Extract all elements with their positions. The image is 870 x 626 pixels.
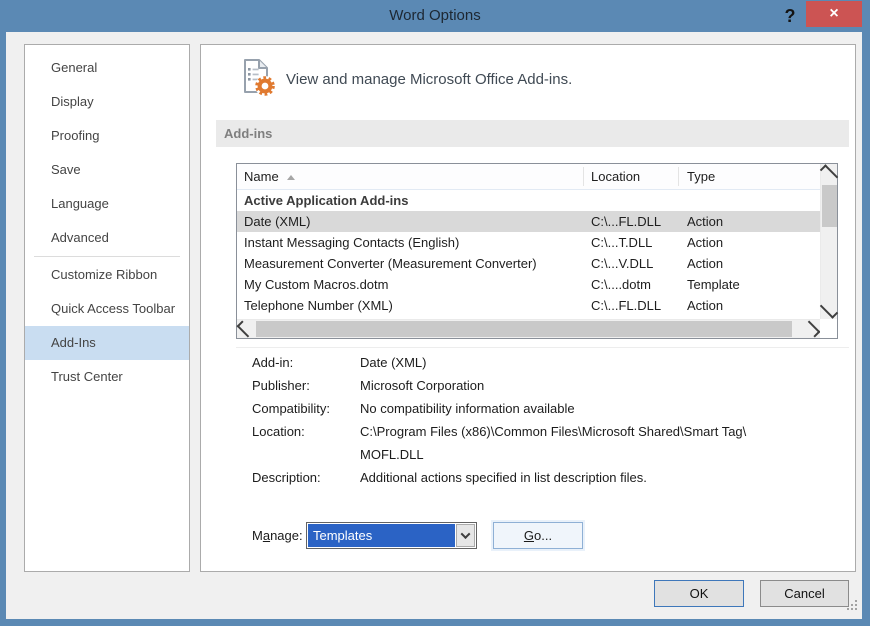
addins-page-gear-icon bbox=[238, 58, 276, 101]
titlebar: Word Options ? × bbox=[0, 0, 870, 32]
vertical-scroll-thumb[interactable] bbox=[822, 185, 837, 227]
cell-name: Telephone Number (XML) bbox=[244, 298, 393, 313]
cell-name: Instant Messaging Contacts (English) bbox=[244, 235, 460, 250]
addin-details: Add-in: Date (XML) Publisher: Microsoft … bbox=[236, 351, 846, 489]
sidebar-item-trust-center[interactable]: Trust Center bbox=[25, 360, 189, 394]
cell-location: C:\...FL.DLL bbox=[591, 214, 662, 229]
manage-label-text: nage: bbox=[270, 528, 303, 543]
detail-label: Description: bbox=[252, 470, 321, 485]
column-separator bbox=[678, 167, 679, 186]
chevron-left-icon bbox=[236, 320, 254, 338]
detail-label: Location: bbox=[252, 424, 305, 439]
cell-type: Template bbox=[687, 277, 740, 292]
detail-label: Publisher: bbox=[252, 378, 310, 393]
table-row[interactable]: Measurement Converter (Measurement Conve… bbox=[237, 253, 820, 274]
sidebar-divider bbox=[34, 256, 180, 257]
cell-location: C:\...V.DLL bbox=[591, 256, 654, 271]
detail-row: Compatibility: No compatibility informat… bbox=[236, 397, 846, 420]
details-divider bbox=[236, 347, 849, 348]
scroll-right-button[interactable] bbox=[803, 320, 821, 338]
table-group-header: Active Application Add-ins bbox=[244, 193, 409, 208]
dropdown-selected-value: Templates bbox=[308, 524, 455, 547]
go-button[interactable]: Go... bbox=[493, 522, 583, 549]
sidebar-item-advanced[interactable]: Advanced bbox=[25, 221, 189, 255]
detail-value: Additional actions specified in list des… bbox=[360, 470, 647, 485]
chevron-down-icon bbox=[819, 300, 839, 319]
table-header: Name Location Type bbox=[237, 164, 820, 190]
table-row[interactable]: My Custom Macros.dotm C:\....dotm Templa… bbox=[237, 274, 820, 295]
chevron-up-icon bbox=[819, 164, 839, 183]
cell-type: Action bbox=[687, 235, 724, 250]
column-header-location[interactable]: Location bbox=[591, 164, 640, 189]
cell-location: C:\....dotm bbox=[591, 277, 651, 292]
word-options-dialog: Word Options ? × General Display Proofin… bbox=[0, 0, 870, 626]
sidebar-item-general[interactable]: General bbox=[25, 51, 189, 85]
page-description: View and manage Microsoft Office Add-ins… bbox=[286, 71, 573, 88]
help-icon: ? bbox=[784, 6, 796, 26]
scroll-down-button[interactable] bbox=[819, 300, 839, 319]
sidebar-item-proofing[interactable]: Proofing bbox=[25, 119, 189, 153]
window-title: Word Options bbox=[389, 7, 481, 24]
detail-row: Add-in: Date (XML) bbox=[236, 351, 846, 374]
page-header: View and manage Microsoft Office Add-ins… bbox=[238, 58, 572, 101]
sidebar-item-add-ins[interactable]: Add-Ins bbox=[25, 326, 189, 360]
cell-name: Measurement Converter (Measurement Conve… bbox=[244, 256, 537, 271]
detail-value: C:\Program Files (x86)\Common Files\Micr… bbox=[360, 424, 747, 462]
vertical-scrollbar[interactable] bbox=[819, 164, 839, 319]
detail-label: Add-in: bbox=[252, 355, 294, 370]
cancel-button[interactable]: Cancel bbox=[760, 580, 849, 607]
column-separator bbox=[583, 167, 584, 186]
sidebar-item-quick-access-toolbar[interactable]: Quick Access Toolbar bbox=[25, 292, 189, 326]
sidebar-item-display[interactable]: Display bbox=[25, 85, 189, 119]
resize-grip-dots bbox=[847, 608, 849, 610]
cell-name: Date (XML) bbox=[244, 214, 311, 229]
detail-row: Location: C:\Program Files (x86)\Common … bbox=[236, 420, 846, 466]
manage-label-accel: a bbox=[262, 528, 271, 543]
sort-ascending-icon bbox=[286, 175, 295, 180]
section-header-addins: Add-ins bbox=[216, 120, 849, 147]
detail-value: Date (XML) bbox=[360, 355, 427, 370]
addins-table: Name Location Type Active Application Ad… bbox=[236, 163, 839, 339]
table-row[interactable]: Telephone Number (XML) C:\...FL.DLL Acti… bbox=[237, 295, 820, 316]
sidebar-item-save[interactable]: Save bbox=[25, 153, 189, 187]
cell-type: Action bbox=[687, 256, 724, 271]
detail-value: No compatibility information available bbox=[360, 401, 575, 416]
table-row[interactable]: Instant Messaging Contacts (English) C:\… bbox=[237, 232, 820, 253]
column-header-name-label: Name bbox=[244, 169, 279, 184]
horizontal-scrollbar[interactable] bbox=[236, 319, 821, 338]
cell-type: Action bbox=[687, 214, 724, 229]
table-body: Active Application Add-ins Date (XML) C:… bbox=[237, 190, 820, 316]
sidebar-item-language[interactable]: Language bbox=[25, 187, 189, 221]
scroll-up-button[interactable] bbox=[819, 164, 839, 183]
cell-type: Action bbox=[687, 298, 724, 313]
scroll-left-button[interactable] bbox=[236, 320, 254, 338]
sidebar: General Display Proofing Save Language A… bbox=[24, 44, 190, 572]
dropdown-arrow-button[interactable] bbox=[456, 524, 475, 547]
cell-name: My Custom Macros.dotm bbox=[244, 277, 389, 292]
detail-label: Compatibility: bbox=[252, 401, 331, 416]
resize-grip[interactable] bbox=[846, 598, 860, 612]
detail-value: Microsoft Corporation bbox=[360, 378, 485, 393]
ok-button[interactable]: OK bbox=[654, 580, 744, 607]
sidebar-item-customize-ribbon[interactable]: Customize Ribbon bbox=[25, 258, 189, 292]
go-button-text: o... bbox=[534, 528, 553, 543]
column-header-name[interactable]: Name bbox=[244, 164, 295, 189]
manage-dropdown[interactable]: Templates bbox=[306, 522, 477, 549]
go-button-accel: G bbox=[523, 528, 535, 543]
detail-row: Description: Additional actions specifie… bbox=[236, 466, 846, 489]
horizontal-scroll-thumb[interactable] bbox=[256, 321, 792, 337]
table-row[interactable]: Date (XML) C:\...FL.DLL Action bbox=[237, 211, 820, 232]
detail-row: Publisher: Microsoft Corporation bbox=[236, 374, 846, 397]
close-icon: × bbox=[829, 5, 839, 22]
help-button[interactable]: ? bbox=[776, 3, 804, 29]
manage-label-text: M bbox=[252, 528, 263, 543]
manage-label: Manage: bbox=[252, 522, 303, 549]
scrollbar-corner bbox=[820, 319, 837, 338]
chevron-right-icon bbox=[803, 320, 821, 338]
column-header-type[interactable]: Type bbox=[687, 164, 715, 189]
chevron-down-icon bbox=[460, 529, 471, 540]
close-button[interactable]: × bbox=[806, 1, 862, 27]
cell-location: C:\...T.DLL bbox=[591, 235, 653, 250]
cell-location: C:\...FL.DLL bbox=[591, 298, 662, 313]
